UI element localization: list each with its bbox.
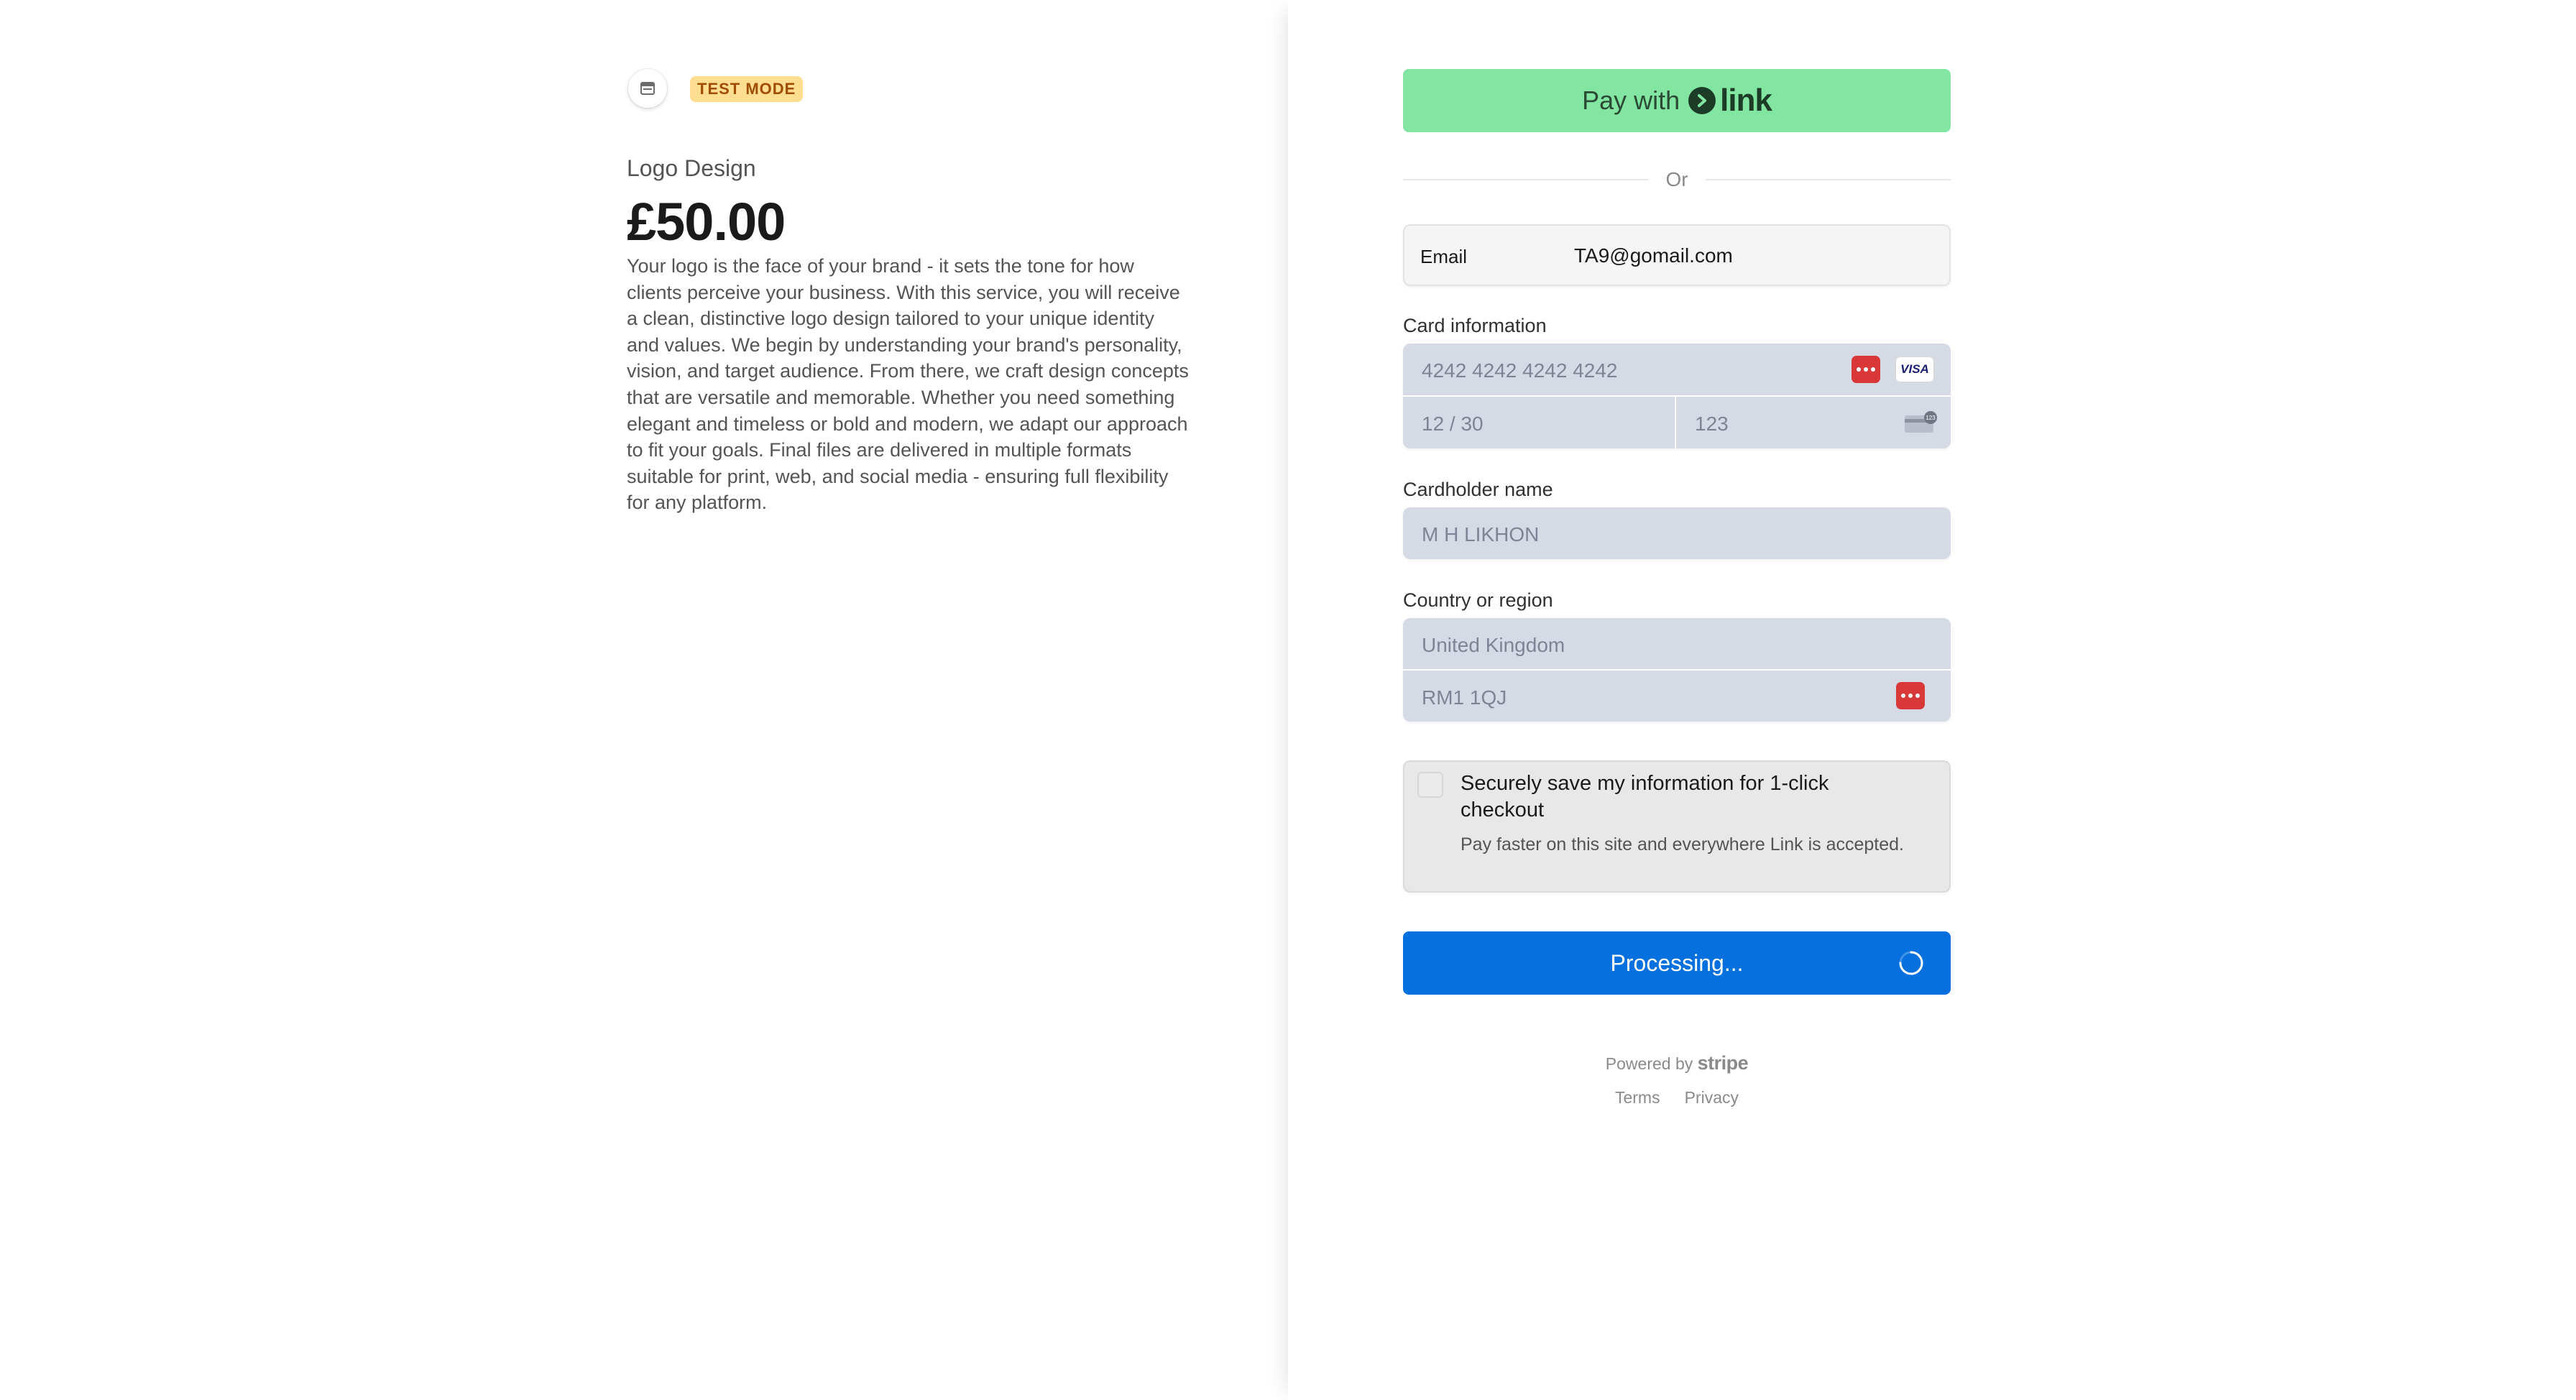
divider-line xyxy=(1705,179,1951,180)
cardholder-name-input[interactable]: M H LIKHON xyxy=(1403,507,1951,559)
powered-by-label: Powered by xyxy=(1605,1054,1693,1073)
svg-text:123: 123 xyxy=(1926,415,1936,421)
or-label: Or xyxy=(1665,168,1688,190)
save-info-subtitle: Pay faster on this site and everywhere L… xyxy=(1460,834,1904,855)
card-information-group: 4242 4242 4242 4242 VISA 12 / 30 123 123 xyxy=(1403,344,1951,448)
email-field[interactable]: Email TA9@gomail.com xyxy=(1403,224,1951,286)
cardholder-name-placeholder: M H LIKHON xyxy=(1422,523,1540,545)
save-info-checkbox[interactable] xyxy=(1417,772,1443,798)
or-divider: Or xyxy=(1403,167,1951,193)
country-value: United Kingdom xyxy=(1422,634,1565,656)
postal-code-input[interactable]: RM1 1QJ xyxy=(1403,671,1951,722)
card-number-input[interactable]: 4242 4242 4242 4242 VISA xyxy=(1403,344,1951,395)
country-select[interactable]: United Kingdom xyxy=(1403,618,1951,669)
pay-with-link-button[interactable]: Pay with link xyxy=(1403,69,1951,132)
pay-with-label: Pay with xyxy=(1582,86,1680,115)
test-mode-badge: TEST MODE xyxy=(690,76,804,102)
cvc-card-icon: 123 xyxy=(1905,411,1937,433)
privacy-link[interactable]: Privacy xyxy=(1685,1088,1739,1107)
email-value[interactable]: TA9@gomail.com xyxy=(1574,244,1733,267)
autofill-dots-icon[interactable] xyxy=(1852,356,1880,383)
save-info-option[interactable]: Securely save my information for 1-click… xyxy=(1403,760,1951,893)
cardholder-name-label: Cardholder name xyxy=(1403,479,1553,500)
country-region-label: Country or region xyxy=(1403,589,1553,611)
product-description: Your logo is the face of your brand - it… xyxy=(627,255,1189,514)
chevron-right-icon xyxy=(1688,87,1716,114)
divider-line xyxy=(1403,179,1649,180)
card-information-label: Card information xyxy=(1403,315,1547,336)
product-name: Logo Design xyxy=(627,155,756,181)
product-price: £50.00 xyxy=(627,192,786,252)
postal-code-placeholder: RM1 1QJ xyxy=(1422,686,1507,709)
card-cvc-placeholder: 123 xyxy=(1695,413,1729,435)
card-expiry-placeholder: 12 / 30 xyxy=(1422,413,1484,435)
autofill-dots-icon[interactable] xyxy=(1896,682,1925,709)
powered-by-stripe[interactable]: Powered by stripe xyxy=(1403,1052,1951,1074)
card-number-placeholder: 4242 4242 4242 4242 xyxy=(1422,359,1618,382)
pay-button-label: Processing... xyxy=(1610,949,1744,976)
email-label: Email xyxy=(1420,246,1468,267)
card-cvc-input[interactable]: 123 123 xyxy=(1676,397,1951,448)
terms-link[interactable]: Terms xyxy=(1615,1088,1660,1107)
footer-links: Terms Privacy xyxy=(1403,1088,1951,1107)
country-region-group: United Kingdom RM1 1QJ xyxy=(1403,618,1951,722)
link-brand-text: link xyxy=(1720,83,1772,118)
link-logo: link xyxy=(1688,83,1772,119)
loading-spinner-icon xyxy=(1899,951,1923,975)
save-info-title: Securely save my information for 1-click… xyxy=(1460,772,1829,821)
stripe-logo: stripe xyxy=(1697,1052,1749,1074)
card-expiry-input[interactable]: 12 / 30 xyxy=(1403,397,1675,448)
pay-button[interactable]: Processing... xyxy=(1403,931,1951,995)
visa-icon: VISA xyxy=(1896,357,1933,382)
store-icon[interactable] xyxy=(628,69,667,108)
product-summary-panel: TEST MODE Logo Design £50.00 Your logo i… xyxy=(0,0,1288,1400)
